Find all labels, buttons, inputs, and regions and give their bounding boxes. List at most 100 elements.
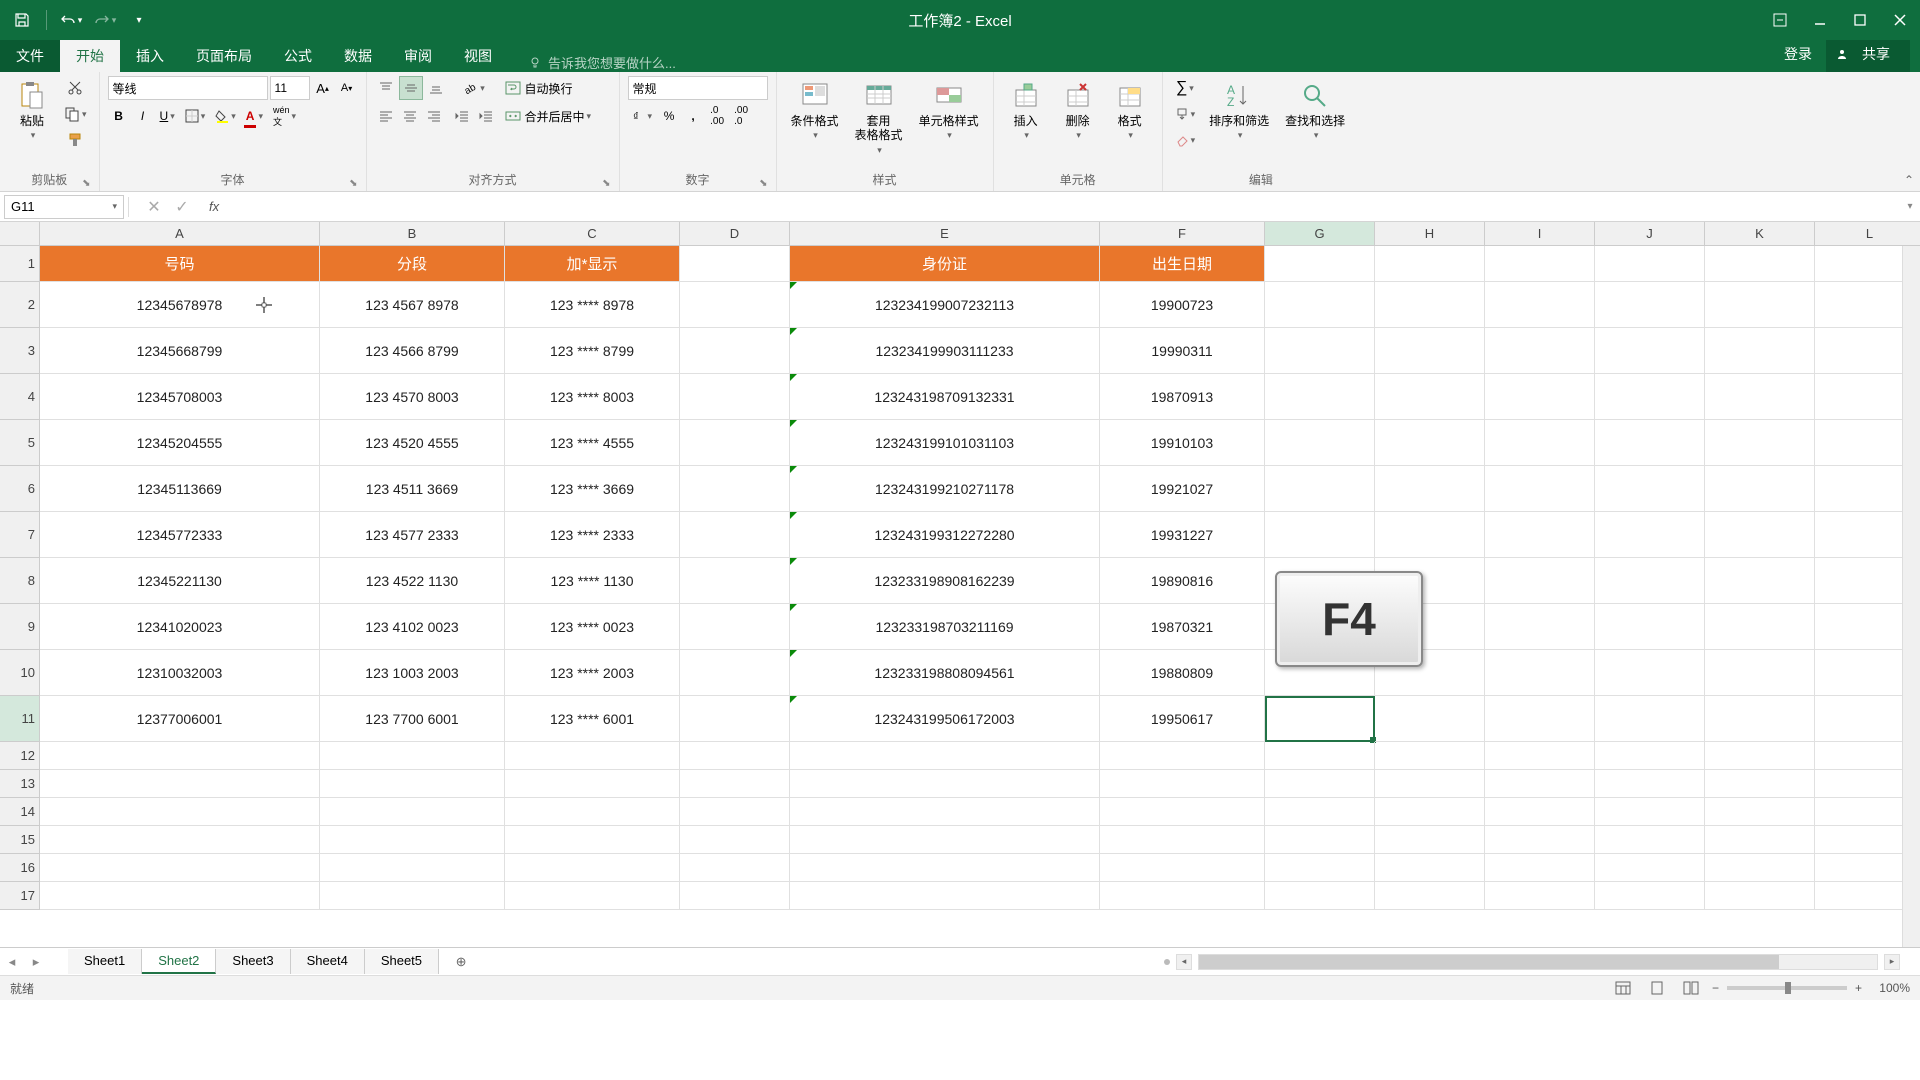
- cell-C11[interactable]: 123 **** 6001: [505, 696, 680, 742]
- number-format-select[interactable]: [628, 76, 768, 100]
- row-header-9[interactable]: 9: [0, 604, 40, 650]
- cell-E9[interactable]: 123233198703211169: [790, 604, 1100, 650]
- decrease-font-button[interactable]: A▾: [336, 76, 358, 100]
- column-header-C[interactable]: C: [505, 222, 680, 246]
- cell-D8[interactable]: [680, 558, 790, 604]
- cell-D7[interactable]: [680, 512, 790, 558]
- align-left-button[interactable]: [375, 104, 397, 128]
- minimize-icon[interactable]: [1800, 0, 1840, 40]
- cell-B2[interactable]: 123 4567 8978: [320, 282, 505, 328]
- cell-A16[interactable]: [40, 854, 320, 882]
- cell-E12[interactable]: [790, 742, 1100, 770]
- cell-E11[interactable]: 123243199506172003: [790, 696, 1100, 742]
- sort-filter-button[interactable]: AZ排序和筛选▾: [1203, 76, 1275, 145]
- cell-F8[interactable]: 19890816: [1100, 558, 1265, 604]
- column-header-E[interactable]: E: [790, 222, 1100, 246]
- cell-J15[interactable]: [1595, 826, 1705, 854]
- cell-J16[interactable]: [1595, 854, 1705, 882]
- cell-E1[interactable]: 身份证: [790, 246, 1100, 282]
- cell-G4[interactable]: [1265, 374, 1375, 420]
- cell-F12[interactable]: [1100, 742, 1265, 770]
- row-header-15[interactable]: 15: [0, 826, 40, 854]
- cell-C10[interactable]: 123 **** 2003: [505, 650, 680, 696]
- expand-formula-bar[interactable]: ▾: [1900, 201, 1920, 212]
- close-icon[interactable]: [1880, 0, 1920, 40]
- cell-D17[interactable]: [680, 882, 790, 910]
- delete-cells-button[interactable]: 删除▾: [1054, 76, 1102, 145]
- row-header-3[interactable]: 3: [0, 328, 40, 374]
- cell-J8[interactable]: [1595, 558, 1705, 604]
- align-bottom-button[interactable]: [425, 76, 447, 100]
- cell-H6[interactable]: [1375, 466, 1485, 512]
- cell-D15[interactable]: [680, 826, 790, 854]
- tab-insert[interactable]: 插入: [120, 40, 180, 72]
- save-icon[interactable]: [8, 6, 36, 34]
- zoom-in-button[interactable]: +: [1855, 981, 1862, 995]
- cell-D5[interactable]: [680, 420, 790, 466]
- cell-I17[interactable]: [1485, 882, 1595, 910]
- cell-I12[interactable]: [1485, 742, 1595, 770]
- cell-D12[interactable]: [680, 742, 790, 770]
- cell-D3[interactable]: [680, 328, 790, 374]
- cell-J5[interactable]: [1595, 420, 1705, 466]
- cell-F9[interactable]: 19870321: [1100, 604, 1265, 650]
- row-header-7[interactable]: 7: [0, 512, 40, 558]
- border-button[interactable]: ▾: [181, 104, 210, 128]
- cell-E15[interactable]: [790, 826, 1100, 854]
- cell-B7[interactable]: 123 4577 2333: [320, 512, 505, 558]
- align-middle-button[interactable]: [399, 76, 423, 100]
- cell-H16[interactable]: [1375, 854, 1485, 882]
- decrease-decimal-button[interactable]: .00.0: [730, 104, 752, 128]
- cell-A13[interactable]: [40, 770, 320, 798]
- row-header-14[interactable]: 14: [0, 798, 40, 826]
- select-all-corner[interactable]: [0, 222, 40, 246]
- cell-G14[interactable]: [1265, 798, 1375, 826]
- clear-button[interactable]: ▾: [1171, 128, 1200, 152]
- cell-A12[interactable]: [40, 742, 320, 770]
- zoom-slider[interactable]: [1727, 986, 1847, 990]
- cell-J14[interactable]: [1595, 798, 1705, 826]
- tell-me-search[interactable]: 告诉我您想要做什么...: [528, 53, 676, 72]
- cell-J3[interactable]: [1595, 328, 1705, 374]
- cell-E13[interactable]: [790, 770, 1100, 798]
- cell-G11[interactable]: [1265, 696, 1375, 742]
- cell-F7[interactable]: 19931227: [1100, 512, 1265, 558]
- cell-I2[interactable]: [1485, 282, 1595, 328]
- cell-C6[interactable]: 123 **** 3669: [505, 466, 680, 512]
- cell-A3[interactable]: 12345668799: [40, 328, 320, 374]
- paste-button[interactable]: 粘贴 ▾: [8, 76, 56, 145]
- cell-H15[interactable]: [1375, 826, 1485, 854]
- cell-C4[interactable]: 123 **** 8003: [505, 374, 680, 420]
- column-header-A[interactable]: A: [40, 222, 320, 246]
- column-header-G[interactable]: G: [1265, 222, 1375, 246]
- cell-B8[interactable]: 123 4522 1130: [320, 558, 505, 604]
- cell-K4[interactable]: [1705, 374, 1815, 420]
- cell-J1[interactable]: [1595, 246, 1705, 282]
- cell-D2[interactable]: [680, 282, 790, 328]
- row-header-8[interactable]: 8: [0, 558, 40, 604]
- cell-B10[interactable]: 123 1003 2003: [320, 650, 505, 696]
- sheet-tab-sheet1[interactable]: Sheet1: [68, 949, 142, 974]
- cell-styles-button[interactable]: 单元格样式▾: [913, 76, 985, 145]
- row-header-16[interactable]: 16: [0, 854, 40, 882]
- cell-B16[interactable]: [320, 854, 505, 882]
- add-sheet-button[interactable]: ⊕: [447, 954, 475, 970]
- autosum-button[interactable]: ∑▾: [1171, 76, 1200, 100]
- column-header-B[interactable]: B: [320, 222, 505, 246]
- cell-B3[interactable]: 123 4566 8799: [320, 328, 505, 374]
- cell-A11[interactable]: 12377006001: [40, 696, 320, 742]
- cell-J12[interactable]: [1595, 742, 1705, 770]
- cell-J9[interactable]: [1595, 604, 1705, 650]
- increase-font-button[interactable]: A▴: [312, 76, 334, 100]
- cell-B13[interactable]: [320, 770, 505, 798]
- fill-color-button[interactable]: ▾: [211, 104, 240, 128]
- cell-C16[interactable]: [505, 854, 680, 882]
- cell-K12[interactable]: [1705, 742, 1815, 770]
- login-link[interactable]: 登录: [1774, 40, 1822, 68]
- cell-A8[interactable]: 12345221130: [40, 558, 320, 604]
- cell-E8[interactable]: 123233198908162239: [790, 558, 1100, 604]
- wrap-text-button[interactable]: 自动换行: [501, 76, 611, 100]
- hscroll-left[interactable]: ◂: [1176, 954, 1192, 970]
- sheet-nav-prev[interactable]: ◂: [0, 954, 24, 970]
- cell-B9[interactable]: 123 4102 0023: [320, 604, 505, 650]
